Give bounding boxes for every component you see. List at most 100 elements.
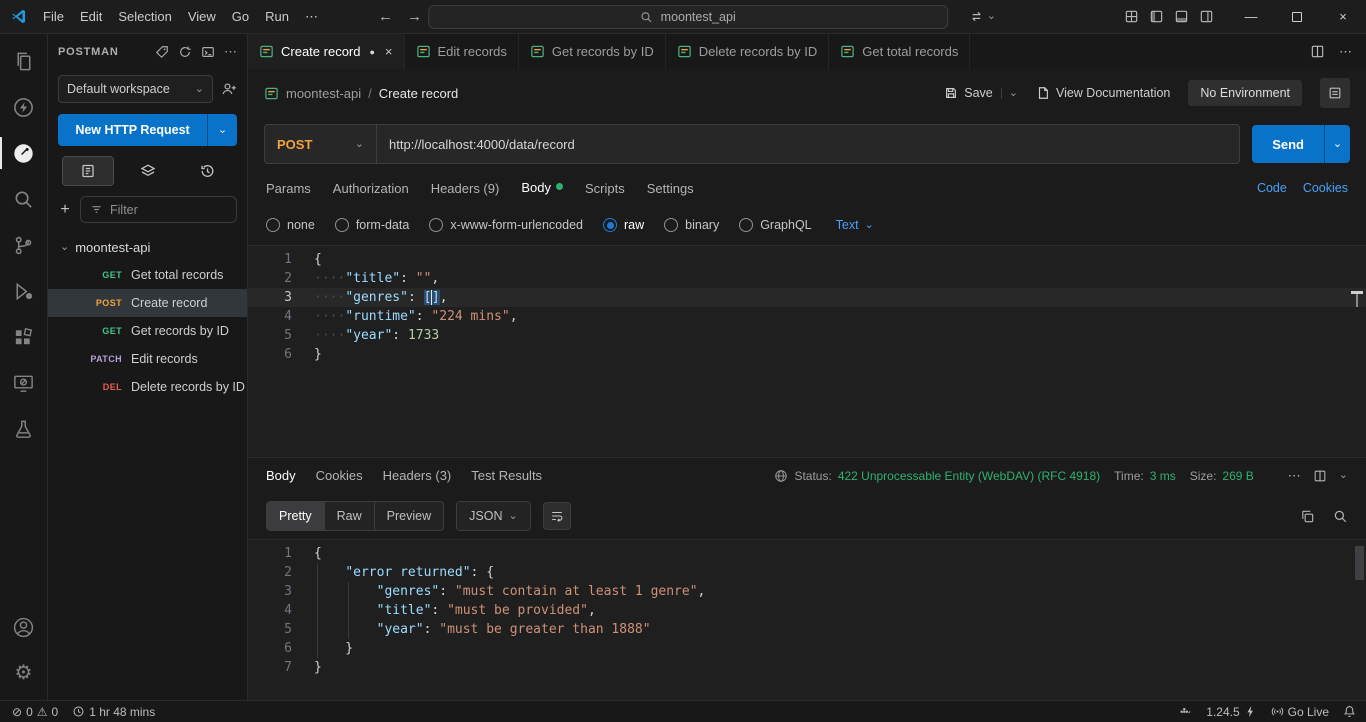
menu-file[interactable]: File xyxy=(35,6,72,27)
version-item[interactable]: 1.24.5 xyxy=(1206,705,1256,719)
activity-postman[interactable] xyxy=(0,130,48,176)
time-tracker-item[interactable]: 1 hr 48 mins xyxy=(72,705,155,719)
collections-tab-button[interactable] xyxy=(62,156,114,186)
radio-none[interactable]: none xyxy=(266,218,315,232)
code-line[interactable]: 6} xyxy=(248,345,1366,364)
code-line[interactable]: 2····"title": "", xyxy=(248,269,1366,288)
activity-explorer[interactable] xyxy=(0,38,48,84)
code-line[interactable]: 5····"year": 1733 xyxy=(248,326,1366,345)
request-item-create-record[interactable]: POST Create record xyxy=(48,289,247,317)
code-line[interactable]: 4····"runtime": "224 mins", xyxy=(248,307,1366,326)
request-item-delete-by-id[interactable]: DEL Delete records by ID xyxy=(48,373,247,401)
tab-get-records-by-id[interactable]: Get records by ID xyxy=(519,34,666,69)
response-tab-body[interactable]: Body xyxy=(266,468,296,483)
code-line[interactable]: 4 "title": "must be provided", xyxy=(248,601,1366,620)
sync-icon[interactable] xyxy=(178,45,192,59)
more-icon[interactable]: ⋯ xyxy=(224,44,237,60)
invite-user-icon[interactable] xyxy=(221,81,237,97)
code-line[interactable]: 1{ xyxy=(248,250,1366,269)
run-control[interactable]: ⌄ xyxy=(969,9,996,24)
tab-settings[interactable]: Settings xyxy=(647,181,694,196)
radio-binary[interactable]: binary xyxy=(664,218,719,232)
activity-run-debug[interactable] xyxy=(0,268,48,314)
notifications-item[interactable] xyxy=(1343,705,1356,718)
url-input[interactable] xyxy=(377,137,1239,152)
save-dropdown-icon[interactable]: ⌄ xyxy=(1001,88,1018,99)
go-live-item[interactable]: Go Live xyxy=(1271,705,1329,719)
tab-params[interactable]: Params xyxy=(266,181,311,196)
forward-button[interactable]: → xyxy=(407,8,422,25)
tab-create-record[interactable]: Create record ● × xyxy=(248,34,405,69)
customize-layout-icon[interactable] xyxy=(1124,9,1139,24)
raw-format-select[interactable]: Text ⌄ xyxy=(836,218,874,232)
view-pretty-button[interactable]: Pretty xyxy=(267,502,325,530)
view-raw-button[interactable]: Raw xyxy=(325,502,375,530)
menu-edit[interactable]: Edit xyxy=(72,6,110,27)
collapse-response-icon[interactable]: ⌄ xyxy=(1339,470,1348,481)
radio-form-data[interactable]: form-data xyxy=(335,218,410,232)
activity-account[interactable] xyxy=(0,604,48,650)
open-in-split-icon[interactable] xyxy=(1313,469,1327,483)
response-tab-test-results[interactable]: Test Results xyxy=(471,468,542,483)
activity-remote-explorer[interactable] xyxy=(0,360,48,406)
docker-status-item[interactable] xyxy=(1179,705,1192,718)
search-response-icon[interactable] xyxy=(1333,509,1348,524)
radio-graphql[interactable]: GraphQL xyxy=(739,218,811,232)
toggle-panel-icon[interactable] xyxy=(1174,9,1189,24)
time-value[interactable]: 3 ms xyxy=(1150,469,1176,483)
workspace-select[interactable]: Default workspace ⌄ xyxy=(58,75,213,103)
activity-search[interactable] xyxy=(0,176,48,222)
code-line[interactable]: 1{ xyxy=(248,544,1366,563)
back-button[interactable]: ← xyxy=(378,8,393,25)
tab-edit-records[interactable]: Edit records xyxy=(405,34,519,69)
save-button[interactable]: Save ⌄ xyxy=(944,86,1018,100)
size-value[interactable]: 269 B xyxy=(1222,469,1253,483)
activity-source-control[interactable] xyxy=(0,222,48,268)
request-body-editor[interactable]: 1{2····"title": "",3····"genres": [],4··… xyxy=(248,245,1366,457)
response-tab-cookies[interactable]: Cookies xyxy=(316,468,363,483)
environment-select[interactable]: No Environment xyxy=(1188,80,1302,106)
collection-row[interactable]: ⌄ moontest-api xyxy=(48,233,247,261)
wrap-lines-button[interactable] xyxy=(543,502,571,530)
close-button[interactable]: × xyxy=(1320,0,1366,34)
minimize-button[interactable]: — xyxy=(1228,0,1274,34)
status-value[interactable]: 422 Unprocessable Entity (WebDAV) (RFC 4… xyxy=(838,469,1100,483)
filter-input[interactable] xyxy=(110,203,227,217)
request-item-get-total[interactable]: GET Get total records xyxy=(48,261,247,289)
scrollbar-thumb[interactable] xyxy=(1355,546,1364,580)
tab-body[interactable]: Body xyxy=(521,180,563,195)
tag-icon[interactable] xyxy=(155,45,169,59)
send-button[interactable]: Send ⌄ xyxy=(1252,125,1350,163)
history-tab-button[interactable] xyxy=(181,156,233,186)
code-link[interactable]: Code xyxy=(1257,181,1287,195)
code-line[interactable]: 5 "year": "must be greater than 1888" xyxy=(248,620,1366,639)
format-select[interactable]: JSON ⌄ xyxy=(457,502,530,530)
tab-scripts[interactable]: Scripts xyxy=(585,181,625,196)
request-item-edit-records[interactable]: PATCH Edit records xyxy=(48,345,247,373)
maximize-button[interactable] xyxy=(1274,0,1320,34)
menu-more-icon[interactable]: ⋯ xyxy=(297,6,326,28)
response-more-icon[interactable]: ⋯ xyxy=(1288,468,1301,484)
request-item-get-by-id[interactable]: GET Get records by ID xyxy=(48,317,247,345)
menu-view[interactable]: View xyxy=(180,6,224,27)
code-line[interactable]: 6 } xyxy=(248,639,1366,658)
menu-selection[interactable]: Selection xyxy=(110,6,179,27)
close-icon[interactable]: × xyxy=(385,44,393,59)
add-request-button[interactable]: + xyxy=(58,201,72,219)
more-actions-icon[interactable]: ⋯ xyxy=(1339,44,1352,60)
activity-settings[interactable]: ⚙ xyxy=(0,650,48,696)
tab-authorization[interactable]: Authorization xyxy=(333,181,409,196)
filter-field[interactable] xyxy=(80,196,237,223)
tab-get-total-records[interactable]: Get total records xyxy=(829,34,970,69)
code-line[interactable]: 7} xyxy=(248,658,1366,677)
tab-headers[interactable]: Headers (9) xyxy=(431,181,500,196)
activity-extensions[interactable] xyxy=(0,314,48,360)
tab-delete-records-by-id[interactable]: Delete records by ID xyxy=(666,34,830,69)
view-documentation-button[interactable]: View Documentation xyxy=(1036,86,1170,100)
command-center-search[interactable]: moontest_api xyxy=(428,5,948,29)
toggle-secondary-sidebar-icon[interactable] xyxy=(1199,9,1214,24)
console-icon[interactable] xyxy=(201,45,215,59)
menu-run[interactable]: Run xyxy=(257,6,297,27)
new-http-request-button[interactable]: New HTTP Request ⌄ xyxy=(58,114,237,146)
activity-thunder-client[interactable] xyxy=(0,84,48,130)
